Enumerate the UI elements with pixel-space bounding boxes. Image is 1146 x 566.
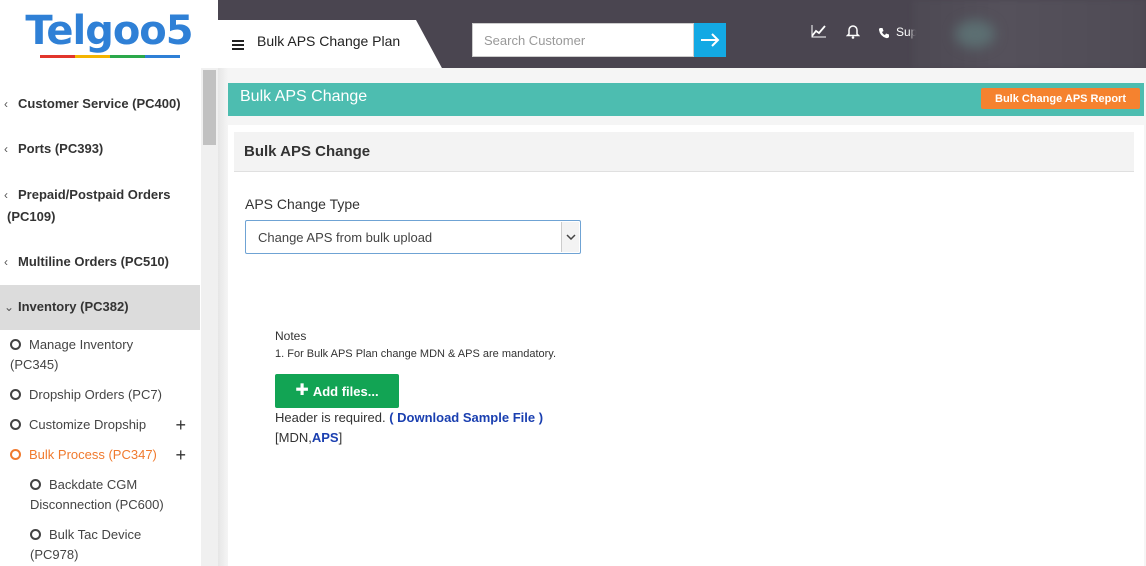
mdn-prefix: [MDN, (275, 430, 312, 445)
logo-underline-segment (110, 55, 145, 58)
sidebar-subitem-label: Dropship Orders (PC7) (29, 387, 162, 402)
sidebar-item-ports[interactable]: ‹ Ports (PC393) (0, 138, 200, 160)
sidebar-subitem-bulk-process[interactable]: Bulk Process (PC347) + (0, 445, 200, 465)
sidebar-subitem-label-code: (PC978) (30, 547, 79, 562)
sidebar-subitem-dropship-orders[interactable]: Dropship Orders (PC7) (0, 385, 200, 405)
add-files-label: Add files... (312, 383, 379, 399)
logo-text: Telgoo5 (25, 8, 193, 54)
phone-icon[interactable] (878, 26, 890, 42)
search-button[interactable] (694, 23, 726, 57)
sidebar-item-customer-service[interactable]: ‹ Customer Service (PC400) (0, 93, 200, 115)
sidebar-item-label: Customer Service (PC400) (18, 96, 181, 111)
mdn-aps: APS (311, 430, 339, 445)
logo-underline-segment (75, 55, 110, 58)
sidebar-subitem-customize-dropship[interactable]: Customize Dropship + (0, 415, 200, 435)
sidebar-item-inventory[interactable]: ⌄ Inventory (PC382) (0, 285, 200, 330)
chevron-left-icon: ‹ (4, 142, 8, 156)
plus-icon[interactable]: + (175, 445, 186, 465)
add-files-button[interactable]: ✚ Add files... (275, 374, 399, 408)
logo-underline-segment (40, 55, 75, 58)
form-card (228, 125, 1144, 566)
notes-title: Notes (275, 329, 307, 343)
page-title: Bulk APS Change Plan (257, 33, 401, 49)
search-input[interactable]: Search Customer (472, 23, 694, 57)
blurred-user-area (912, 0, 1146, 68)
circle-icon (10, 419, 21, 430)
circle-icon (10, 389, 21, 400)
sidebar-item-multiline-orders[interactable]: ‹ Multiline Orders (PC510) (0, 251, 200, 273)
circle-icon (10, 339, 21, 350)
bulk-change-aps-report-button[interactable]: Bulk Change APS Report (981, 88, 1140, 109)
sidebar-item-label: Prepaid/Postpaid Orders (18, 187, 171, 202)
chevron-left-icon: ‹ (4, 188, 8, 202)
aps-change-type-select[interactable]: Change APS from bulk upload (245, 220, 581, 254)
sidebar-item-label: Ports (PC393) (18, 141, 104, 156)
sidebar-subitem-label: Backdate CGM (49, 477, 138, 492)
logo-underline (40, 55, 180, 58)
avatar[interactable] (955, 20, 995, 48)
sidebar-subitem-label: Customize Dropship (29, 417, 147, 432)
arrow-right-icon (701, 33, 720, 47)
chart-icon[interactable] (811, 24, 827, 41)
logo-underline-segment (145, 55, 180, 58)
banner-title: Bulk APS Change (240, 88, 368, 105)
sidebar-item-label: Inventory (PC382) (18, 299, 129, 314)
mdn-suffix: ] (338, 430, 343, 445)
sidebar-item-prepaid-postpaid-orders[interactable]: ‹ Prepaid/Postpaid Orders (PC109) (0, 184, 200, 227)
bell-icon[interactable] (845, 24, 861, 42)
sidebar-subitem-label-code: (PC345) (10, 357, 59, 372)
sidebar-subitem-label-code: Disconnection (PC600) (30, 497, 164, 512)
sidebar-subitem-label: Bulk Process (PC347) (29, 447, 157, 462)
sidebar-item-label-code: (PC109) (7, 209, 56, 224)
sidebar-menu: ‹ Customer Service (PC400) ‹ Ports (PC393)… (0, 68, 200, 566)
notes-line: 1. For Bulk APS Plan change MDN & APS ar… (275, 348, 557, 360)
header-required-label: Header is required. (275, 410, 386, 425)
sidebar-scroll-thumb[interactable] (203, 70, 216, 145)
main-divider (218, 68, 228, 566)
chevron-left-icon: ‹ (4, 97, 8, 111)
hamburger-menu-icon[interactable] (232, 40, 244, 50)
aps-change-type-label: APS Change Type (245, 196, 360, 212)
header-format-text: [MDN,APS] (275, 430, 342, 445)
sidebar-item-label: Multiline Orders (PC510) (18, 254, 169, 269)
chevron-down-icon[interactable] (561, 222, 579, 252)
sidebar-subitem-manage-inventory[interactable]: Manage Inventory (PC345) (0, 335, 200, 375)
sidebar-subitem-backdate-cgm[interactable]: Backdate CGM Disconnection (PC600) (0, 475, 200, 515)
chevron-left-icon: ‹ (4, 255, 8, 269)
sidebar-subitem-bulk-tac-device[interactable]: Bulk Tac Device (PC978) (0, 525, 200, 565)
plus-icon[interactable]: + (175, 415, 186, 435)
sidebar-subitem-label: Bulk Tac Device (49, 527, 142, 542)
card-title: Bulk APS Change (244, 143, 371, 160)
header-required-text: Header is required. ( Download Sample Fi… (275, 410, 543, 425)
download-sample-file-link[interactable]: ( Download Sample File ) (389, 410, 543, 425)
circle-icon (30, 529, 41, 540)
chevron-down-icon: ⌄ (4, 300, 15, 314)
sidebar-subitem-label: Manage Inventory (29, 337, 134, 352)
plus-icon: ✚ (295, 382, 309, 399)
circle-icon (10, 449, 21, 460)
circle-icon (30, 479, 41, 490)
